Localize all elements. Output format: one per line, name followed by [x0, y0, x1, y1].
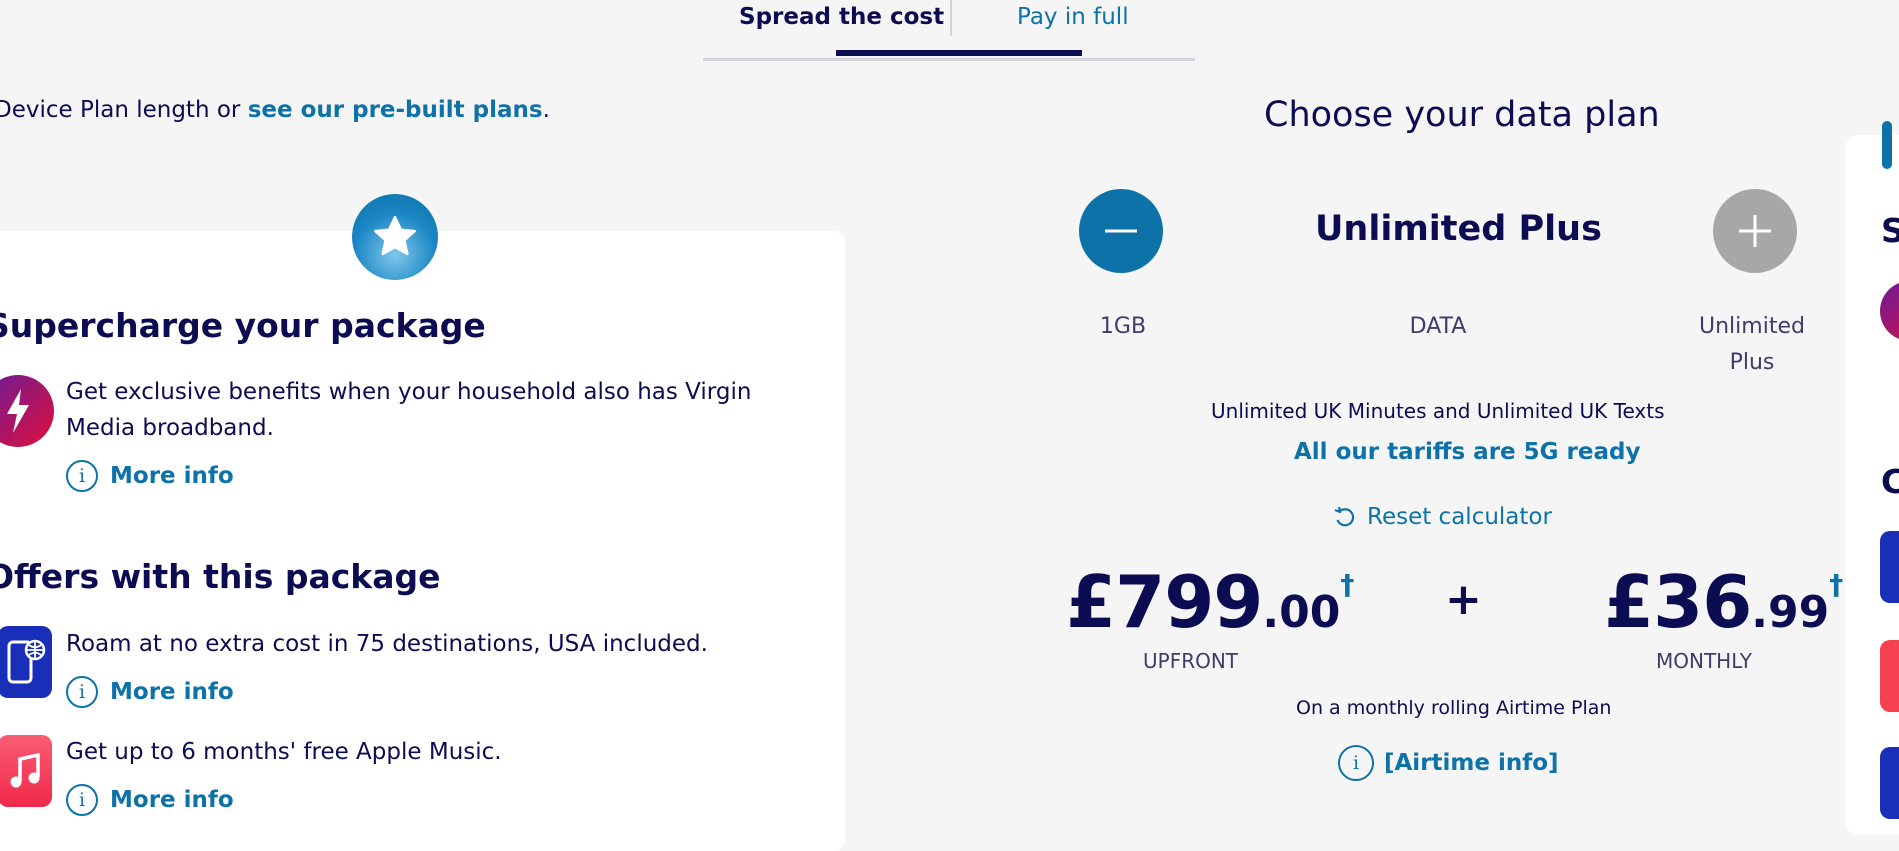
rolling-plan-text: On a monthly rolling Airtime Plan — [1296, 697, 1612, 719]
decrease-data-button[interactable] — [1079, 189, 1163, 273]
star-icon — [352, 194, 438, 280]
supercharge-heading: Supercharge your package — [0, 306, 486, 345]
data-max-label-line1: Unlimited — [1699, 314, 1805, 339]
summary-heading: S — [1881, 211, 1899, 250]
roaming-phone-icon — [1880, 531, 1899, 603]
plus-icon — [1739, 215, 1771, 247]
info-icon: i — [66, 460, 98, 492]
more-info-label: More info — [110, 679, 234, 705]
supercharge-text: Get exclusive benefits when your househo… — [66, 379, 752, 441]
monthly-price: £36.99 † — [1604, 560, 1843, 644]
monthly-dagger: † — [1829, 568, 1844, 601]
airtime-info-label: [Airtime info] — [1384, 750, 1559, 776]
tab-divider — [950, 0, 952, 36]
apple-music-icon — [0, 735, 52, 807]
monthly-label: MONTHLY — [1656, 649, 1752, 673]
monthly-price-whole: £36 — [1604, 560, 1752, 644]
data-axis-label: DATA — [1409, 314, 1467, 339]
minus-icon — [1105, 229, 1137, 233]
more-info-label: More info — [110, 787, 234, 813]
apple-music-icon — [1880, 640, 1899, 712]
active-tab-indicator — [836, 50, 1082, 56]
reset-calculator-label: Reset calculator — [1367, 504, 1552, 530]
reset-icon — [1334, 506, 1355, 527]
upfront-price-whole: £799 — [1066, 560, 1263, 644]
airtime-info-link[interactable]: i [Airtime info] — [1338, 745, 1559, 781]
info-icon: i — [66, 676, 98, 708]
summary-accent-bar — [1882, 121, 1892, 169]
roaming-offer-text: Roam at no extra cost in 75 destinations… — [66, 631, 708, 657]
minutes-texts-info: Unlimited UK Minutes and Unlimited UK Te… — [1211, 399, 1665, 423]
upfront-label: UPFRONT — [1143, 649, 1239, 673]
intro-suffix: . — [542, 97, 550, 123]
monthly-price-cents: .99 — [1751, 587, 1830, 638]
intro-text: Device Plan length or see our pre-built … — [0, 97, 550, 123]
summary-subheading: C — [1881, 462, 1899, 501]
intro-prefix: Device Plan length or — [0, 97, 248, 123]
apple-music-more-info-link[interactable]: i More info — [66, 784, 234, 816]
apple-music-offer-text: Get up to 6 months' free Apple Music. — [66, 739, 502, 765]
roaming-phone-icon — [0, 626, 52, 698]
info-icon: i — [66, 784, 98, 816]
increase-data-button[interactable] — [1713, 189, 1797, 273]
tab-pay-in-full[interactable]: Pay in full — [1017, 4, 1129, 30]
data-max-label-line2: Plus — [1729, 350, 1775, 375]
payment-tabs: Spread the cost Pay in full — [703, 0, 1195, 61]
tab-spread-the-cost[interactable]: Spread the cost — [739, 4, 944, 30]
more-info-label: More info — [110, 463, 234, 489]
upfront-dagger: † — [1340, 568, 1355, 601]
prebuilt-plans-link[interactable]: see our pre-built plans — [248, 97, 543, 123]
shield-icon — [1880, 747, 1899, 819]
data-plan-title: Choose your data plan — [1264, 95, 1660, 135]
reset-calculator-button[interactable]: Reset calculator — [1333, 504, 1552, 530]
upfront-price: £799.00 † — [1066, 560, 1354, 644]
price-plus-sign: + — [1445, 574, 1482, 625]
supercharge-more-info-link[interactable]: i More info — [66, 460, 234, 492]
data-max-label: Unlimited Plus — [1682, 309, 1822, 381]
5g-ready-text: All our tariffs are 5G ready — [1294, 439, 1641, 465]
upfront-price-cents: .00 — [1262, 587, 1341, 638]
info-icon: i — [1338, 745, 1374, 781]
roaming-more-info-link[interactable]: i More info — [66, 676, 234, 708]
plan-name: Unlimited Plus — [1315, 209, 1602, 249]
offers-heading: Offers with this package — [0, 557, 441, 596]
data-min-label: 1GB — [1099, 314, 1147, 339]
